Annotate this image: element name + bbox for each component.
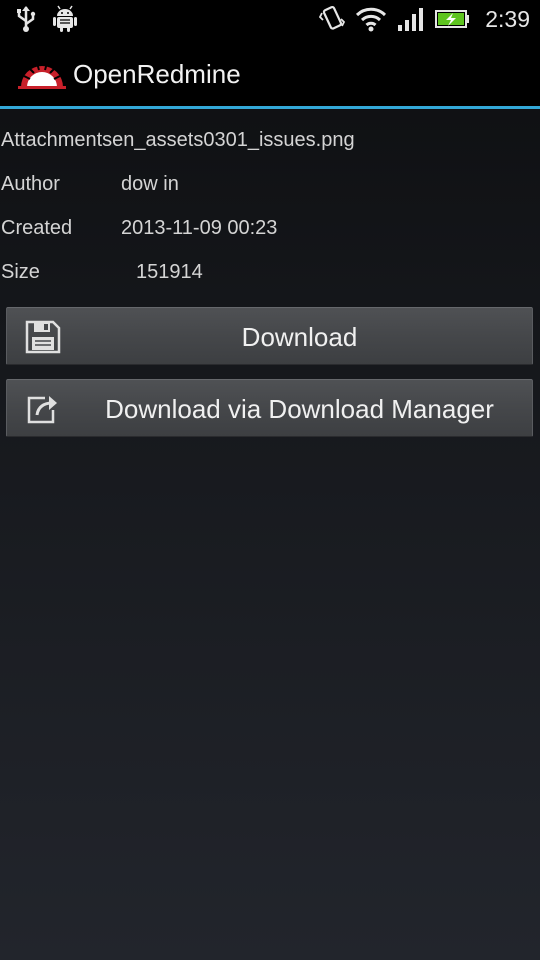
wifi-icon	[356, 7, 387, 32]
size-label: Size	[1, 261, 40, 283]
size-row: Size 151914	[0, 259, 540, 285]
share-icon	[27, 396, 57, 424]
download-button[interactable]: Download	[6, 307, 533, 365]
created-value: 2013-11-09 00:23	[121, 217, 278, 239]
download-manager-label: Download via Download Manager	[105, 394, 494, 424]
action-bar: OpenRedmine	[0, 38, 540, 109]
usb-icon	[17, 6, 36, 32]
android-debug-icon	[53, 5, 77, 32]
file-name: Attachmentsen_assets0301_issues.png	[1, 129, 355, 151]
author-row: Author dow in	[0, 171, 540, 197]
app-title: OpenRedmine	[73, 59, 241, 89]
save-icon	[25, 320, 61, 354]
download-manager-button[interactable]: Download via Download Manager	[6, 379, 533, 437]
status-bar: 2:39	[0, 0, 540, 38]
download-label: Download	[241, 322, 358, 352]
created-row: Created 2013-11-09 00:23	[0, 215, 540, 241]
status-time: 2:39	[485, 6, 530, 32]
signal-icon	[398, 8, 424, 31]
redmine-logo-icon	[18, 62, 66, 89]
author-label: Author	[1, 173, 60, 195]
author-value: dow in	[121, 173, 179, 195]
size-value: 151914	[136, 261, 203, 283]
battery-charging-icon	[435, 10, 470, 28]
screen: 2:39 OpenRedmine Attachmentsen_assets030…	[0, 0, 540, 960]
vibrate-icon	[319, 5, 346, 30]
created-label: Created	[1, 217, 73, 239]
